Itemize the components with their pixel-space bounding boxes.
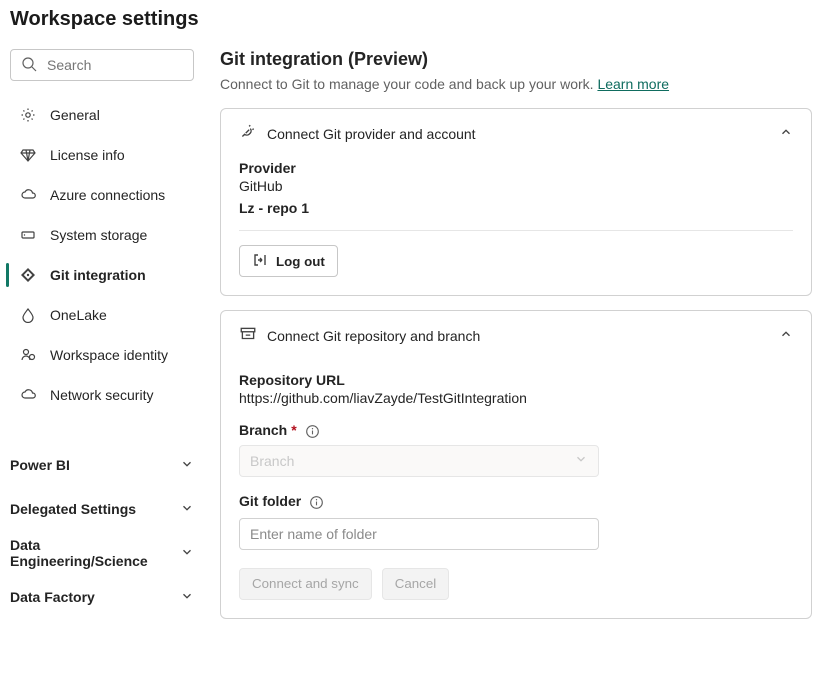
search-input[interactable]	[45, 56, 230, 74]
git-icon	[18, 267, 38, 283]
main-title: Git integration (Preview)	[220, 49, 812, 70]
main-content: Git integration (Preview) Connect to Git…	[220, 49, 812, 633]
sidebar-item-label: Git integration	[50, 267, 146, 283]
sidebar-item-network[interactable]: Network security	[10, 375, 194, 415]
plug-icon	[239, 123, 257, 144]
sidebar-section-label: Power BI	[10, 457, 70, 473]
git-folder-input[interactable]	[239, 518, 599, 550]
sidebar-item-label: Network security	[50, 387, 153, 403]
sidebar-item-license[interactable]: License info	[10, 135, 194, 175]
chevron-up-icon[interactable]	[779, 125, 793, 142]
sidebar-item-label: Azure connections	[50, 187, 165, 203]
sidebar-section-label: Data Engineering/Science	[10, 537, 180, 569]
chevron-down-icon	[180, 589, 194, 606]
cloud-link-icon	[18, 187, 38, 203]
sidebar-section-data-eng[interactable]: Data Engineering/Science	[10, 531, 194, 575]
identity-icon	[18, 347, 38, 363]
chevron-up-icon[interactable]	[779, 327, 793, 344]
info-icon[interactable]	[305, 424, 320, 439]
archive-icon	[239, 325, 257, 346]
storage-icon	[18, 227, 38, 243]
chevron-down-icon	[574, 452, 588, 469]
repo-url-label: Repository URL	[239, 372, 793, 388]
gear-icon	[18, 107, 38, 123]
sidebar-section-powerbi[interactable]: Power BI	[10, 443, 194, 487]
sidebar-section-label: Delegated Settings	[10, 501, 136, 517]
chevron-down-icon	[180, 457, 194, 474]
page-title: Workspace settings	[10, 8, 812, 31]
sidebar-item-identity[interactable]: Workspace identity	[10, 335, 194, 375]
onelake-icon	[18, 307, 38, 323]
folder-label-row: Git folder	[239, 493, 793, 510]
search-field[interactable]	[10, 49, 194, 81]
sidebar-item-azure[interactable]: Azure connections	[10, 175, 194, 215]
sidebar-item-onelake[interactable]: OneLake	[10, 295, 194, 335]
diamond-icon	[18, 147, 38, 163]
cloud-shield-icon	[18, 387, 38, 403]
sidebar-item-storage[interactable]: System storage	[10, 215, 194, 255]
provider-value: GitHub	[239, 178, 793, 194]
branch-label-row: Branch*	[239, 422, 793, 439]
logout-icon	[252, 252, 268, 271]
branch-select[interactable]: Branch	[239, 445, 599, 477]
chevron-down-icon	[180, 545, 194, 562]
sidebar-item-git[interactable]: Git integration	[10, 255, 194, 295]
connect-sync-button[interactable]: Connect and sync	[239, 568, 372, 600]
main-subtitle: Connect to Git to manage your code and b…	[220, 76, 812, 92]
search-icon	[21, 56, 37, 75]
sidebar-item-label: Workspace identity	[50, 347, 168, 363]
card-git-provider: Connect Git provider and account Provide…	[220, 108, 812, 296]
cancel-button[interactable]: Cancel	[382, 568, 450, 600]
sidebar-section-data-factory[interactable]: Data Factory	[10, 575, 194, 619]
account-value: Lz - repo 1	[239, 200, 793, 216]
info-icon[interactable]	[309, 495, 324, 510]
sidebar: General License info Azure connections	[10, 49, 194, 633]
card-git-repo: Connect Git repository and branch Reposi…	[220, 310, 812, 619]
sidebar-section-delegated[interactable]: Delegated Settings	[10, 487, 194, 531]
logout-label: Log out	[276, 254, 325, 269]
sidebar-item-general[interactable]: General	[10, 95, 194, 135]
sidebar-item-label: License info	[50, 147, 125, 163]
sidebar-item-label: General	[50, 107, 100, 123]
card-title: Connect Git repository and branch	[267, 328, 480, 344]
provider-label: Provider	[239, 160, 793, 176]
folder-label: Git folder	[239, 493, 301, 509]
required-mark: *	[291, 422, 296, 438]
sidebar-item-label: System storage	[50, 227, 147, 243]
branch-label: Branch	[239, 422, 287, 438]
logout-button[interactable]: Log out	[239, 245, 338, 277]
chevron-down-icon	[180, 501, 194, 518]
card-title: Connect Git provider and account	[267, 126, 476, 142]
branch-placeholder: Branch	[250, 453, 294, 469]
repo-url-value: https://github.com/liavZayde/TestGitInte…	[239, 390, 793, 406]
learn-more-link[interactable]: Learn more	[597, 76, 669, 92]
sidebar-section-label: Data Factory	[10, 589, 95, 605]
sidebar-item-label: OneLake	[50, 307, 107, 323]
